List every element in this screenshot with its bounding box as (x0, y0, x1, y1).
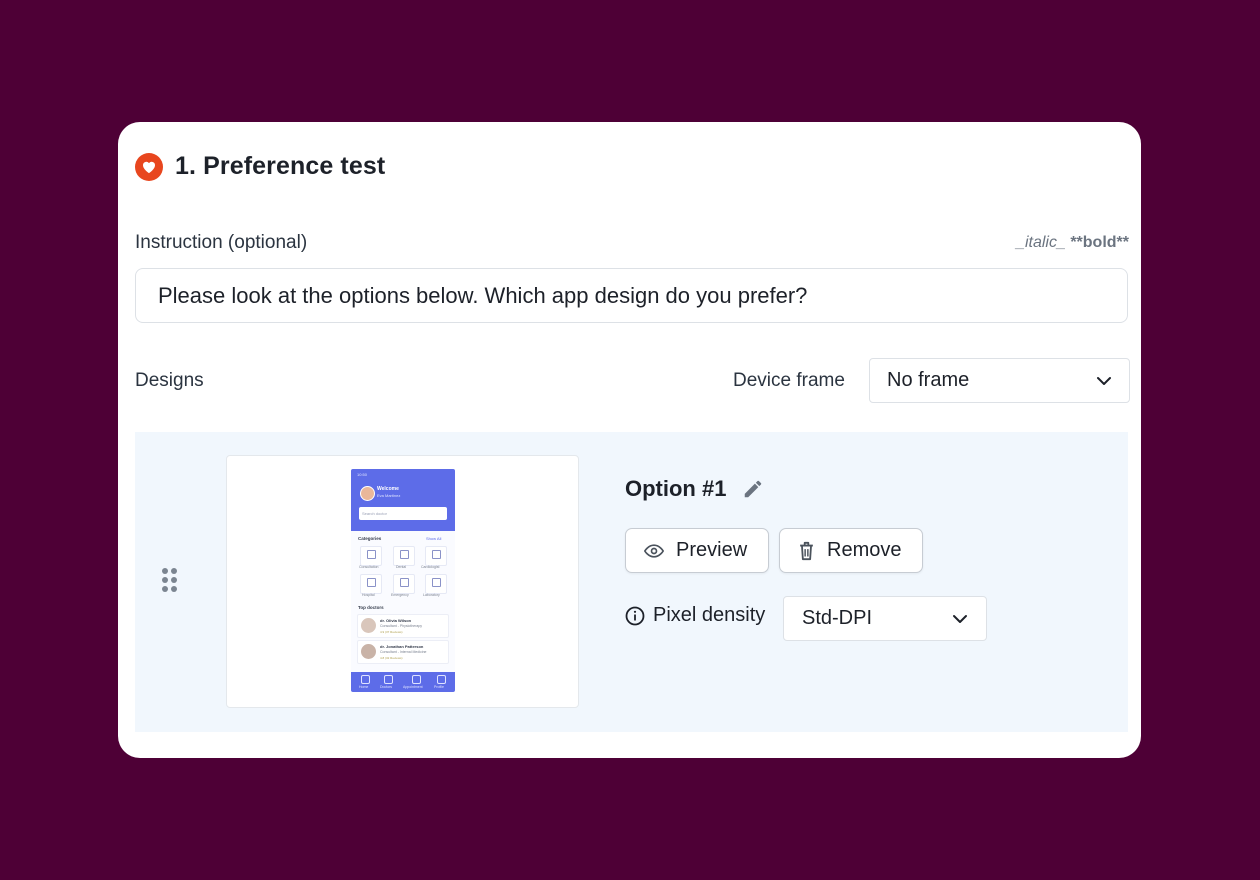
category-tile (360, 574, 382, 594)
instruction-label: Instruction (optional) (135, 232, 308, 253)
preview-button[interactable]: Preview (625, 528, 769, 573)
option-title: Option #1 (625, 476, 727, 501)
category-tile (425, 574, 447, 594)
category-label: Consultation (359, 565, 379, 569)
doctor-card: dr. Olivia Wilson Consultant - Physiothe… (357, 614, 449, 638)
app-header: 10:50 Welcome Eva Martinez Search doctor (351, 469, 455, 531)
doctor-name: dr. Jonathan Patterson (380, 644, 424, 649)
eye-icon (644, 543, 664, 558)
pixel-density-value: Std-DPI (802, 607, 873, 629)
design-option-panel: 10:50 Welcome Eva Martinez Search doctor… (135, 432, 1128, 732)
category-label: Dental (396, 565, 407, 569)
block-title: 1. Preference test (175, 152, 386, 180)
status-time: 10:50 (357, 472, 368, 477)
preview-label: Preview (676, 539, 748, 561)
doctor-specialty: Consultant - Physiotherapy (380, 624, 423, 628)
trash-icon (800, 541, 813, 560)
category-label: Emergency (391, 593, 409, 597)
pencil-icon[interactable] (742, 478, 764, 500)
block-header: 1. Preference test (135, 152, 385, 181)
chevron-down-icon (953, 614, 967, 623)
formatting-hint: _italic_ **bold** (1016, 234, 1129, 252)
remove-button[interactable]: Remove (779, 528, 923, 573)
italic-hint: _italic_ (1016, 234, 1066, 251)
doctor-rating: 4.8 (32 Reviews) (380, 656, 403, 660)
doctor-card: dr. Jonathan Patterson Consultant - Inte… (357, 640, 449, 664)
top-doctors-title: Top doctors (358, 605, 384, 610)
avatar (360, 486, 375, 501)
pixel-density-label: Pixel density (653, 604, 766, 626)
nav-label: Home (359, 685, 369, 689)
pixel-density-select[interactable]: Std-DPI (783, 596, 987, 641)
info-icon[interactable] (625, 606, 645, 626)
doctor-specialty: Consultant - Internal Medicine (380, 650, 427, 654)
nav-label: Appointment (403, 685, 423, 689)
app-screenshot: 10:50 Welcome Eva Martinez Search doctor… (351, 469, 455, 692)
app-bottom-nav: Home Doctors Appointment Profile (351, 672, 455, 692)
category-label: Hospital (362, 593, 375, 597)
option-title-row: Option #1 (625, 476, 764, 502)
user-name: Eva Martinez (377, 493, 401, 498)
pixel-density-row: Pixel density (625, 604, 765, 627)
category-label: Cardiologist (421, 565, 440, 569)
chevron-down-icon (1097, 376, 1111, 385)
nav-label: Profile (434, 685, 444, 689)
welcome-text: Welcome (377, 486, 399, 492)
nav-label: Doctors (380, 685, 393, 689)
doctor-rating: 4.9 (37 Reviews) (380, 630, 403, 634)
category-tile (393, 546, 415, 566)
app-search-field: Search doctor (359, 507, 447, 520)
category-tile (360, 546, 382, 566)
category-tile (425, 546, 447, 566)
category-label: Laboratory (423, 593, 440, 597)
heart-icon (135, 152, 163, 181)
preference-test-card: 1. Preference test Instruction (optional… (118, 122, 1141, 758)
categories-title: Categories (358, 536, 382, 541)
device-frame-select[interactable]: No frame (869, 358, 1130, 403)
device-frame-label: Device frame (733, 370, 845, 391)
category-tile (393, 574, 415, 594)
show-all-link: Show All (426, 536, 442, 541)
drag-handle-icon[interactable] (162, 568, 178, 592)
instruction-input[interactable]: Please look at the options below. Which … (135, 268, 1128, 323)
bold-hint: **bold** (1070, 234, 1129, 251)
design-thumbnail[interactable]: 10:50 Welcome Eva Martinez Search doctor… (226, 455, 579, 708)
remove-label: Remove (827, 539, 902, 561)
designs-label: Designs (135, 370, 204, 391)
device-frame-value: No frame (887, 369, 970, 391)
doctor-name: dr. Olivia Wilson (380, 618, 412, 623)
